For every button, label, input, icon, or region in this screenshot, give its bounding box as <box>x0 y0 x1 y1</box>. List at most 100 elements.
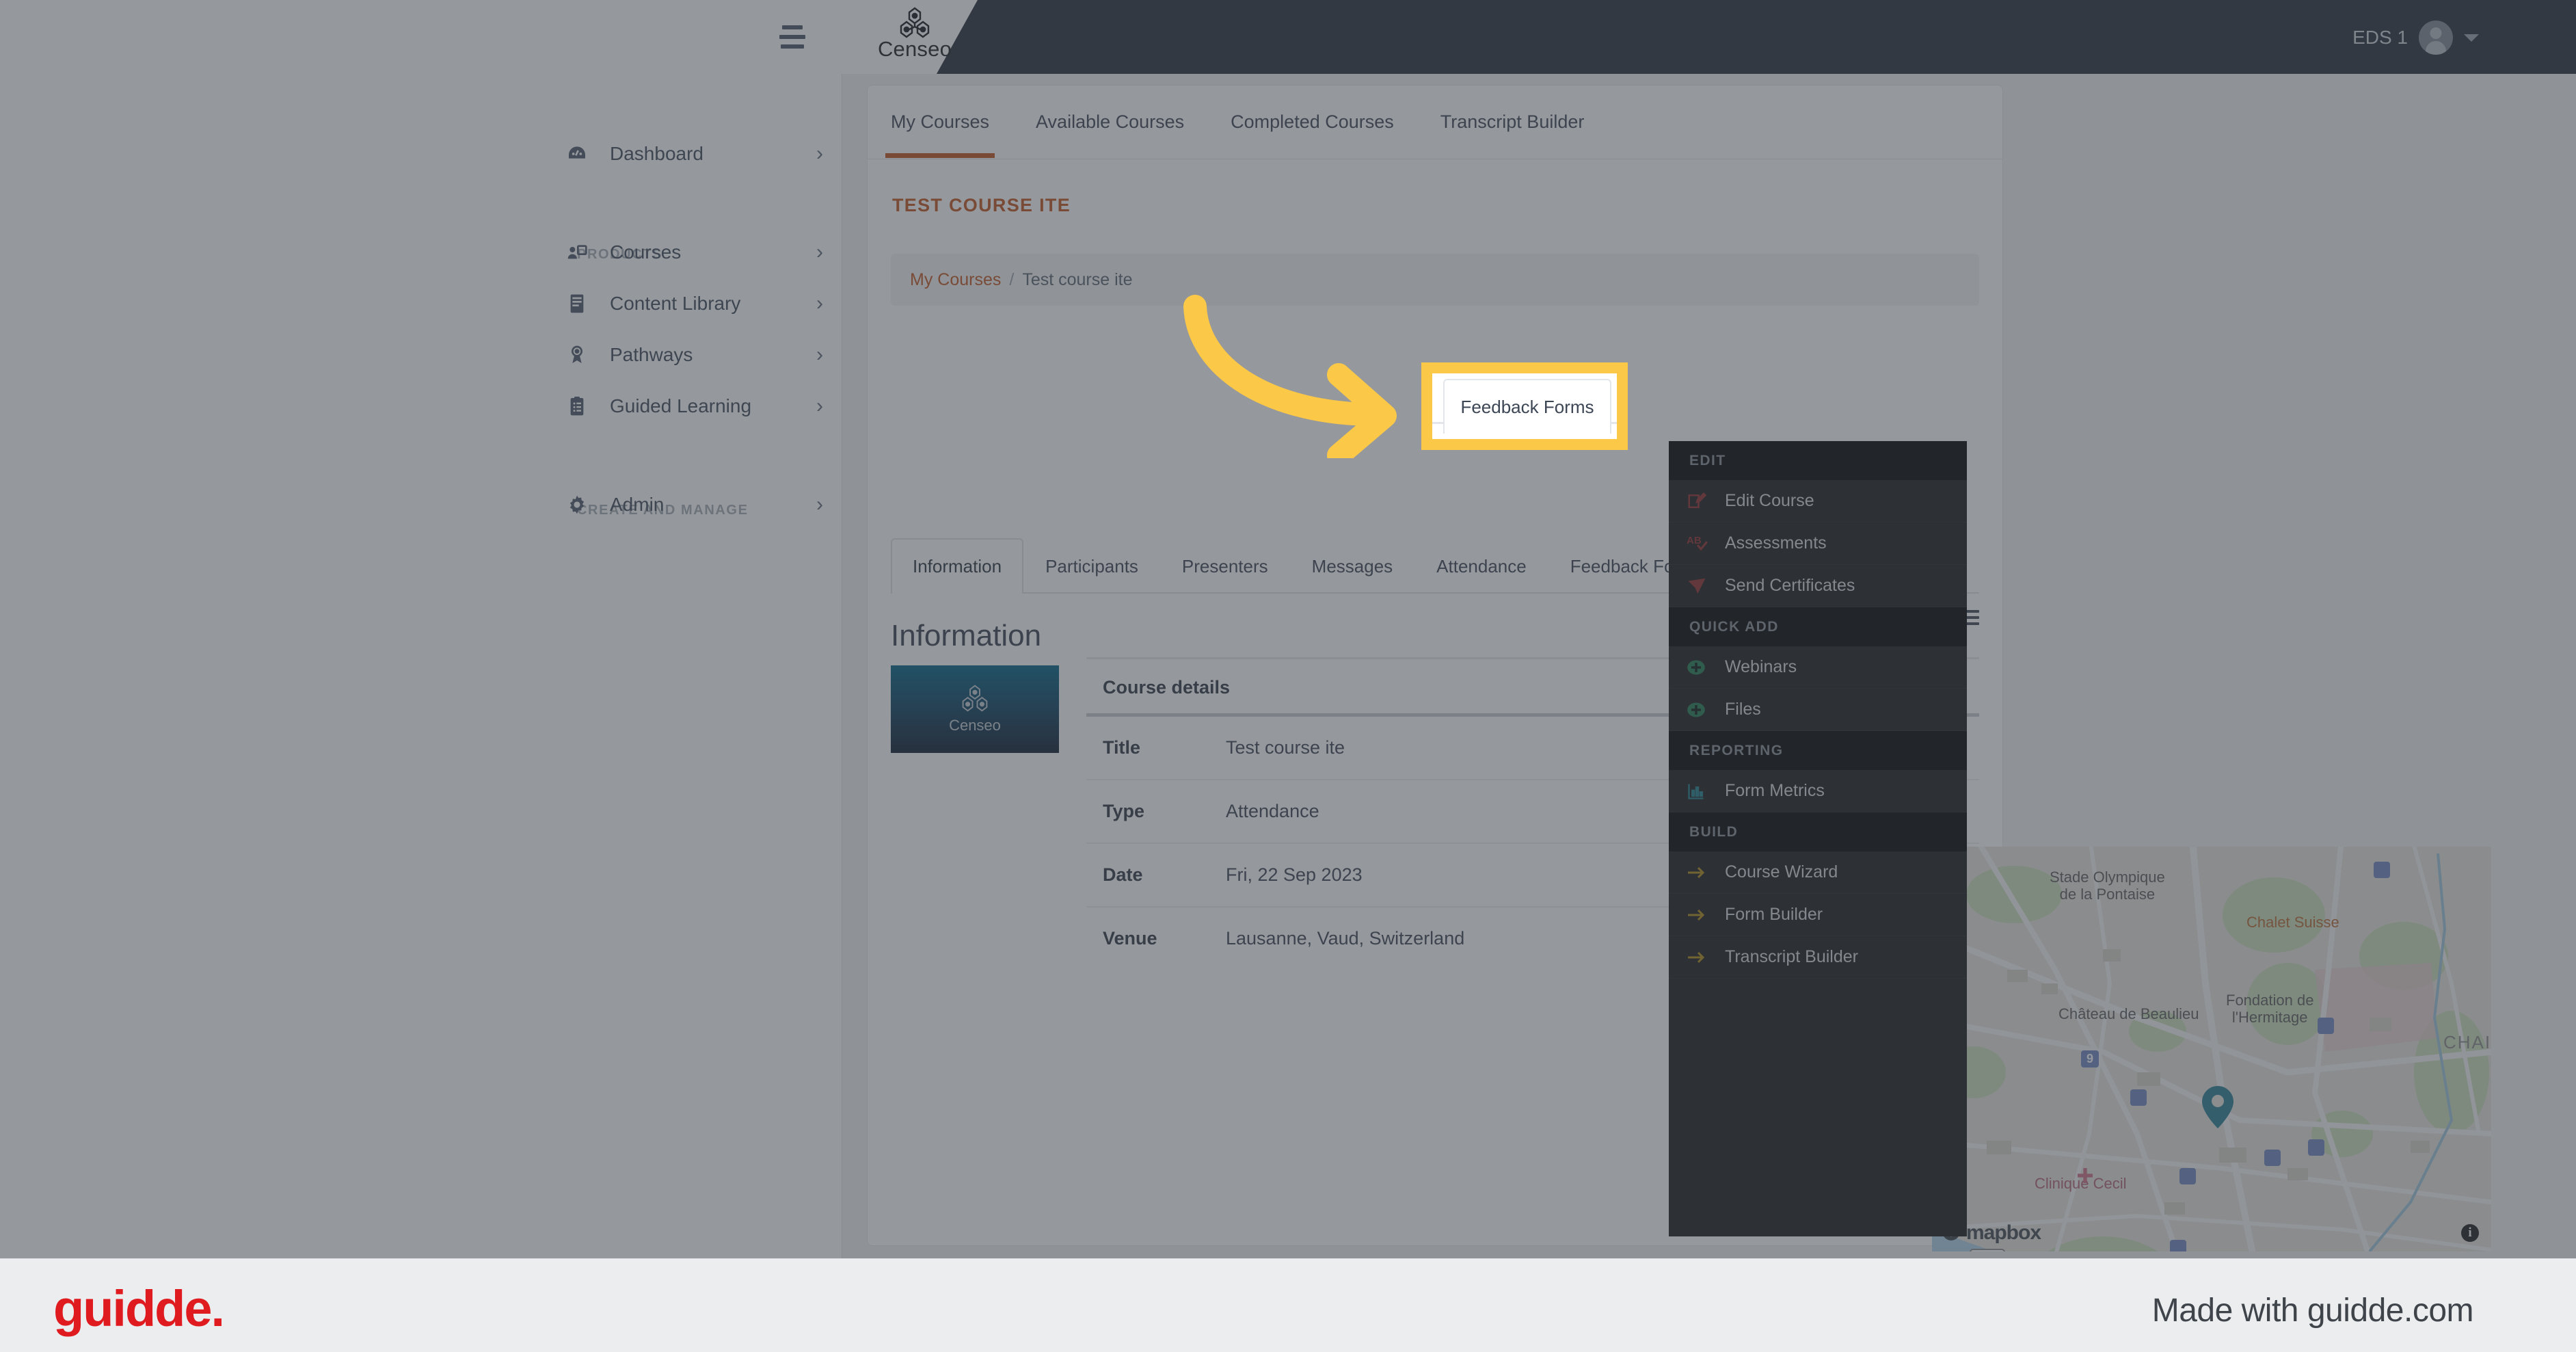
admin-item-transcript-builder[interactable]: Transcript Builder <box>1669 936 1967 979</box>
transit-marker-icon <box>2318 1018 2334 1034</box>
top-navigation-bar: Censeo EDS 1 <box>0 0 2576 74</box>
detail-key: Type <box>1103 801 1145 821</box>
admin-item-files[interactable]: Files <box>1669 689 1967 731</box>
admin-item-edit-course[interactable]: Edit Course <box>1669 480 1967 522</box>
admin-item-form-metrics[interactable]: Form Metrics <box>1669 770 1967 812</box>
subtab-presenters[interactable]: Presenters <box>1160 538 1290 594</box>
map-label: Château de Beaulieu <box>2058 1005 2199 1022</box>
svg-text:AB: AB <box>1687 535 1702 546</box>
map-location-pin <box>2202 1086 2233 1128</box>
guidde-footer: guidde. Made with guidde.com <box>0 1258 2576 1352</box>
chevron-right-icon: › <box>816 493 823 516</box>
admin-item-course-wizard[interactable]: Course Wizard <box>1669 851 1967 894</box>
highlighted-subtab-feedback-forms[interactable]: Feedback Forms <box>1443 379 1611 434</box>
sidebar-item-label: Content Library <box>610 293 741 314</box>
sidebar-item-content-library[interactable]: Content Library › <box>561 278 827 329</box>
breadcrumb-link-my-courses[interactable]: My Courses <box>910 270 1001 290</box>
page-body: Dashboard › PRODUCTS Courses › Content L… <box>0 74 2576 1258</box>
detail-value: Test course ite <box>1226 737 1345 758</box>
detail-value: Fri, 22 Sep 2023 <box>1226 864 1363 885</box>
curved-arrow-icon <box>1155 287 1456 467</box>
arrow-right-icon <box>1687 907 1725 923</box>
sidebar-item-label: Pathways <box>610 344 693 365</box>
course-thumbnail: Censeo <box>891 665 1059 753</box>
admin-item-assessments[interactable]: AB Assessments <box>1669 522 1967 565</box>
tab-completed-courses[interactable]: Completed Courses <box>1207 85 1417 158</box>
arrow-right-icon <box>1687 949 1725 966</box>
tab-transcript-builder[interactable]: Transcript Builder <box>1417 85 1608 158</box>
brand-name: Censeo <box>877 37 952 61</box>
subtab-attendance[interactable]: Attendance <box>1414 538 1548 594</box>
made-with-guidde-label: Made with guidde.com <box>2151 1293 2474 1329</box>
hamburger-menu-icon[interactable] <box>779 25 805 49</box>
detail-key: Venue <box>1103 928 1157 949</box>
chevron-right-icon: › <box>816 343 823 366</box>
admin-item-label: Form Builder <box>1725 905 1823 924</box>
transit-marker-icon <box>2308 1139 2324 1156</box>
ab-check-icon: AB <box>1687 533 1725 554</box>
detail-key: Title <box>1103 737 1141 758</box>
censeo-logo-icon <box>959 685 991 715</box>
subtab-information[interactable]: Information <box>891 538 1024 594</box>
admin-section-edit: EDIT <box>1669 441 1967 480</box>
admin-side-panel: EDIT Edit Course AB Assessments Send Cer… <box>1669 441 1967 1236</box>
transit-marker-icon <box>2264 1150 2281 1166</box>
transit-marker-icon <box>2130 1089 2147 1106</box>
main-tabs-card: My Courses Available Courses Completed C… <box>867 85 2003 159</box>
sidebar-item-dashboard[interactable]: Dashboard › <box>561 129 827 179</box>
brand-logo[interactable]: Censeo <box>853 7 976 62</box>
admin-item-webinars[interactable]: Webinars <box>1669 646 1967 689</box>
subtab-participants[interactable]: Participants <box>1023 538 1160 594</box>
main-tabs: My Courses Available Courses Completed C… <box>868 85 1607 158</box>
admin-item-label: Course Wizard <box>1725 862 1838 882</box>
map-label: Stade Olympique de la Pontaise <box>2050 869 2165 903</box>
gauge-icon <box>561 143 593 165</box>
edit-square-icon <box>1687 491 1725 512</box>
tab-my-courses[interactable]: My Courses <box>868 85 1012 158</box>
section-heading: Information <box>891 619 1042 652</box>
chevron-right-icon: › <box>816 292 823 315</box>
breadcrumb-separator: / <box>1009 269 1015 289</box>
guidde-logo: guidde. <box>53 1280 225 1337</box>
paper-plane-icon <box>1687 576 1725 596</box>
tab-available-courses[interactable]: Available Courses <box>1012 85 1207 158</box>
sidebar-item-courses[interactable]: Courses › <box>561 227 827 278</box>
admin-item-label: Webinars <box>1725 657 1797 676</box>
topbar-brand-area <box>0 0 978 74</box>
sidebar-item-admin[interactable]: Admin › <box>561 479 827 530</box>
sidebar-item-label: Admin <box>610 494 665 515</box>
admin-item-send-certificates[interactable]: Send Certificates <box>1669 565 1967 607</box>
sidebar-item-label: Courses <box>610 241 682 263</box>
user-avatar-icon <box>2419 21 2453 55</box>
map-info-icon[interactable]: i <box>2461 1224 2479 1242</box>
plus-circle-icon <box>1687 658 1725 677</box>
award-icon <box>561 344 593 366</box>
sidebar-item-label: Dashboard <box>610 143 703 164</box>
sidebar-item-pathways[interactable]: Pathways › <box>561 330 827 380</box>
sidebar-item-guided-learning[interactable]: Guided Learning › <box>561 381 827 432</box>
chevron-right-icon: › <box>816 395 823 417</box>
user-menu[interactable]: EDS 1 <box>2352 19 2479 56</box>
admin-item-form-builder[interactable]: Form Builder <box>1669 894 1967 936</box>
sidebar-item-label: Guided Learning <box>610 395 752 416</box>
transit-marker-icon <box>2374 862 2390 878</box>
mapbox-label: mapbox <box>1966 1221 2041 1244</box>
admin-item-label: Edit Course <box>1725 491 1814 510</box>
subtab-messages[interactable]: Messages <box>1290 538 1415 594</box>
page-title: TEST COURSE ITE <box>892 195 1071 215</box>
admin-item-label: Form Metrics <box>1725 781 1825 800</box>
admin-item-label: Assessments <box>1725 533 1827 553</box>
plus-circle-icon <box>1687 700 1725 719</box>
clipboard-icon <box>561 395 593 417</box>
chevron-right-icon: › <box>816 241 823 263</box>
admin-item-label: Transcript Builder <box>1725 947 1858 966</box>
map-route-badge: 9 <box>2081 1050 2099 1068</box>
transit-marker-icon <box>2170 1240 2186 1251</box>
map-label: Clinique Cecil <box>2035 1175 2127 1192</box>
venue-map[interactable]: Stade Olympique de la Pontaise Chalet Su… <box>1932 847 2491 1251</box>
admin-section-quick-add: QUICK ADD <box>1669 607 1967 646</box>
book-icon <box>561 293 593 315</box>
transit-marker-icon <box>2179 1168 2196 1184</box>
chevron-right-icon: › <box>816 142 823 165</box>
application-window: Censeo EDS 1 Dashboard › PRODUCTS Course… <box>0 0 2576 1258</box>
